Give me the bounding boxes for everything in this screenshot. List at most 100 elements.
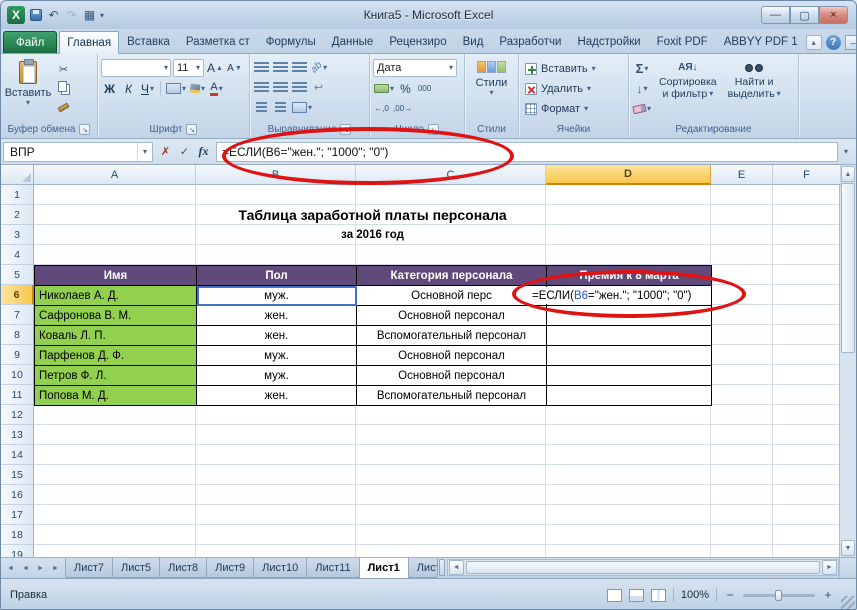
row-header-12[interactable]: 12	[1, 405, 34, 425]
row-header-17[interactable]: 17	[1, 505, 34, 525]
table-cell-bonus[interactable]	[547, 366, 712, 386]
column-header-D[interactable]: D	[546, 165, 711, 185]
row-header-16[interactable]: 16	[1, 485, 34, 505]
table-cell-gender[interactable]: жен.	[197, 306, 357, 326]
save-icon[interactable]	[28, 6, 43, 24]
tab-Вид[interactable]: Вид	[455, 31, 492, 53]
decrease-decimal-icon[interactable]: ,00→	[392, 100, 413, 117]
minimize-ribbon-icon[interactable]: ▴	[805, 35, 822, 50]
clear-button[interactable]: ▾	[632, 100, 652, 117]
row-header-4[interactable]: 4	[1, 245, 34, 265]
row-header-14[interactable]: 14	[1, 445, 34, 465]
row-header-8[interactable]: 8	[1, 325, 34, 345]
cut-icon[interactable]: ✂	[55, 61, 72, 78]
page-layout-view-icon[interactable]	[628, 588, 644, 602]
sheet-tab-Лист5[interactable]: Лист5	[112, 558, 161, 578]
redo-icon[interactable]: ↷	[64, 6, 79, 24]
name-box[interactable]: ВПР ▾	[3, 141, 153, 162]
formula-input[interactable]: =ЕСЛИ(B6="жен."; "1000"; "0")	[216, 141, 838, 162]
decrease-indent-icon[interactable]	[253, 99, 270, 116]
row-header-18[interactable]: 18	[1, 525, 34, 545]
table-cell-bonus[interactable]	[547, 346, 712, 366]
delete-cells-button[interactable]: Удалить ▾	[522, 79, 599, 98]
table-cell-gender[interactable]: муж.	[197, 286, 357, 306]
row-header-6[interactable]: 6	[1, 285, 34, 305]
wrap-text-icon[interactable]: ↩	[310, 79, 327, 96]
borders-button[interactable]: ▾	[165, 80, 187, 97]
select-all-corner[interactable]	[1, 165, 34, 185]
orientation-icon[interactable]: ab ▾	[309, 59, 328, 76]
excel-logo-icon[interactable]: X	[7, 6, 25, 24]
font-name-select[interactable]: ▾	[101, 59, 171, 77]
table-cell-gender[interactable]: муж.	[197, 346, 357, 366]
table-cell-name[interactable]: Николаев А. Д.	[35, 286, 197, 306]
increase-indent-icon[interactable]	[272, 99, 289, 116]
cancel-entry-button[interactable]: ✗	[156, 142, 175, 162]
tab-Главная[interactable]: Главная	[59, 31, 120, 54]
last-sheet-icon[interactable]: ►	[48, 560, 63, 576]
copy-icon[interactable]	[55, 80, 72, 97]
currency-format-icon[interactable]: ▾	[373, 80, 395, 97]
bold-button[interactable]: Ж	[101, 80, 118, 97]
table-cell-name[interactable]: Сафронова В. М.	[35, 306, 197, 326]
table-cell-category[interactable]: Основной персонал	[357, 306, 547, 326]
column-header-E[interactable]: E	[711, 165, 773, 185]
tab-Вставка[interactable]: Вставка	[119, 31, 178, 53]
row-header-7[interactable]: 7	[1, 305, 34, 325]
tab-Foxit PDF[interactable]: Foxit PDF	[649, 31, 716, 53]
scroll-up-icon[interactable]: ▲	[841, 166, 855, 182]
merge-center-icon[interactable]: ▾	[291, 99, 313, 116]
row-header-5[interactable]: 5	[1, 265, 34, 285]
tab-Файл[interactable]: Файл	[3, 31, 58, 53]
insert-function-button[interactable]: fx	[194, 142, 213, 162]
column-header-F[interactable]: F	[773, 165, 841, 185]
table-cell-name[interactable]: Коваль Л. П.	[35, 326, 197, 346]
workbook-minimize-button[interactable]: —	[844, 35, 856, 50]
zoom-out-icon[interactable]: −	[724, 588, 736, 602]
resize-grip[interactable]	[841, 596, 855, 609]
undo-icon[interactable]: ↶	[46, 6, 61, 24]
vertical-scroll-thumb[interactable]	[841, 183, 855, 353]
confirm-entry-button[interactable]: ✓	[175, 142, 194, 162]
align-bottom-icon[interactable]	[291, 59, 308, 76]
sheet-tab-Лист11[interactable]: Лист11	[306, 558, 360, 578]
sheet-tab-Лист9[interactable]: Лист9	[206, 558, 255, 578]
increase-decimal-icon[interactable]: ←,0	[373, 100, 390, 117]
tab-Надстройки[interactable]: Надстройки	[569, 31, 648, 53]
horizontal-scrollbar[interactable]: ◄ ►	[446, 559, 839, 576]
help-icon[interactable]: ?	[825, 35, 841, 50]
minimize-button[interactable]: —	[761, 6, 790, 24]
find-select-button[interactable]: Найти и выделить ▾	[724, 57, 785, 101]
font-size-select[interactable]: 11 ▾	[173, 59, 204, 77]
table-cell-category[interactable]: Вспомогательный персонал	[357, 386, 547, 406]
table-cell-category[interactable]: Основной персонал	[357, 346, 547, 366]
percent-format-icon[interactable]: %	[397, 80, 414, 97]
row-header-10[interactable]: 10	[1, 365, 34, 385]
table-cell-bonus[interactable]	[547, 306, 712, 326]
autosum-button[interactable]: Σ ▾	[632, 60, 652, 77]
first-sheet-icon[interactable]: ◄	[3, 560, 18, 576]
sheet-tab-Лист8[interactable]: Лист8	[159, 558, 208, 578]
row-header-1[interactable]: 1	[1, 185, 34, 205]
close-button[interactable]: ×	[819, 6, 848, 24]
column-header-B[interactable]: B	[196, 165, 356, 185]
thousands-format-icon[interactable]: 000	[416, 80, 433, 97]
align-middle-icon[interactable]	[272, 59, 289, 76]
table-mode-icon[interactable]: ▦	[82, 6, 97, 24]
table-cell-gender[interactable]: жен.	[197, 386, 357, 406]
tab-Формулы[interactable]: Формулы	[258, 31, 324, 53]
zoom-slider-thumb[interactable]	[775, 589, 782, 601]
paste-dropdown-icon[interactable]: ▾	[26, 99, 30, 107]
prev-sheet-icon[interactable]: ◄	[18, 560, 33, 576]
row-header-19[interactable]: 19	[1, 545, 34, 557]
table-cell-name[interactable]: Попова М. Д.	[35, 386, 197, 406]
number-dialog-launcher-icon[interactable]: ↘	[427, 124, 439, 135]
tab-Разметка ст[interactable]: Разметка ст	[178, 31, 258, 53]
table-cell-category[interactable]: Основной персонал	[357, 366, 547, 386]
underline-button[interactable]: Ч ▾	[139, 80, 156, 97]
tab-splitter-handle[interactable]	[438, 559, 445, 576]
table-cell-gender[interactable]: муж.	[197, 366, 357, 386]
paste-button[interactable]: Вставить ▾	[4, 57, 52, 108]
fill-button[interactable]: ↓ ▾	[632, 80, 652, 97]
shrink-font-button[interactable]: А ▼	[226, 60, 243, 77]
